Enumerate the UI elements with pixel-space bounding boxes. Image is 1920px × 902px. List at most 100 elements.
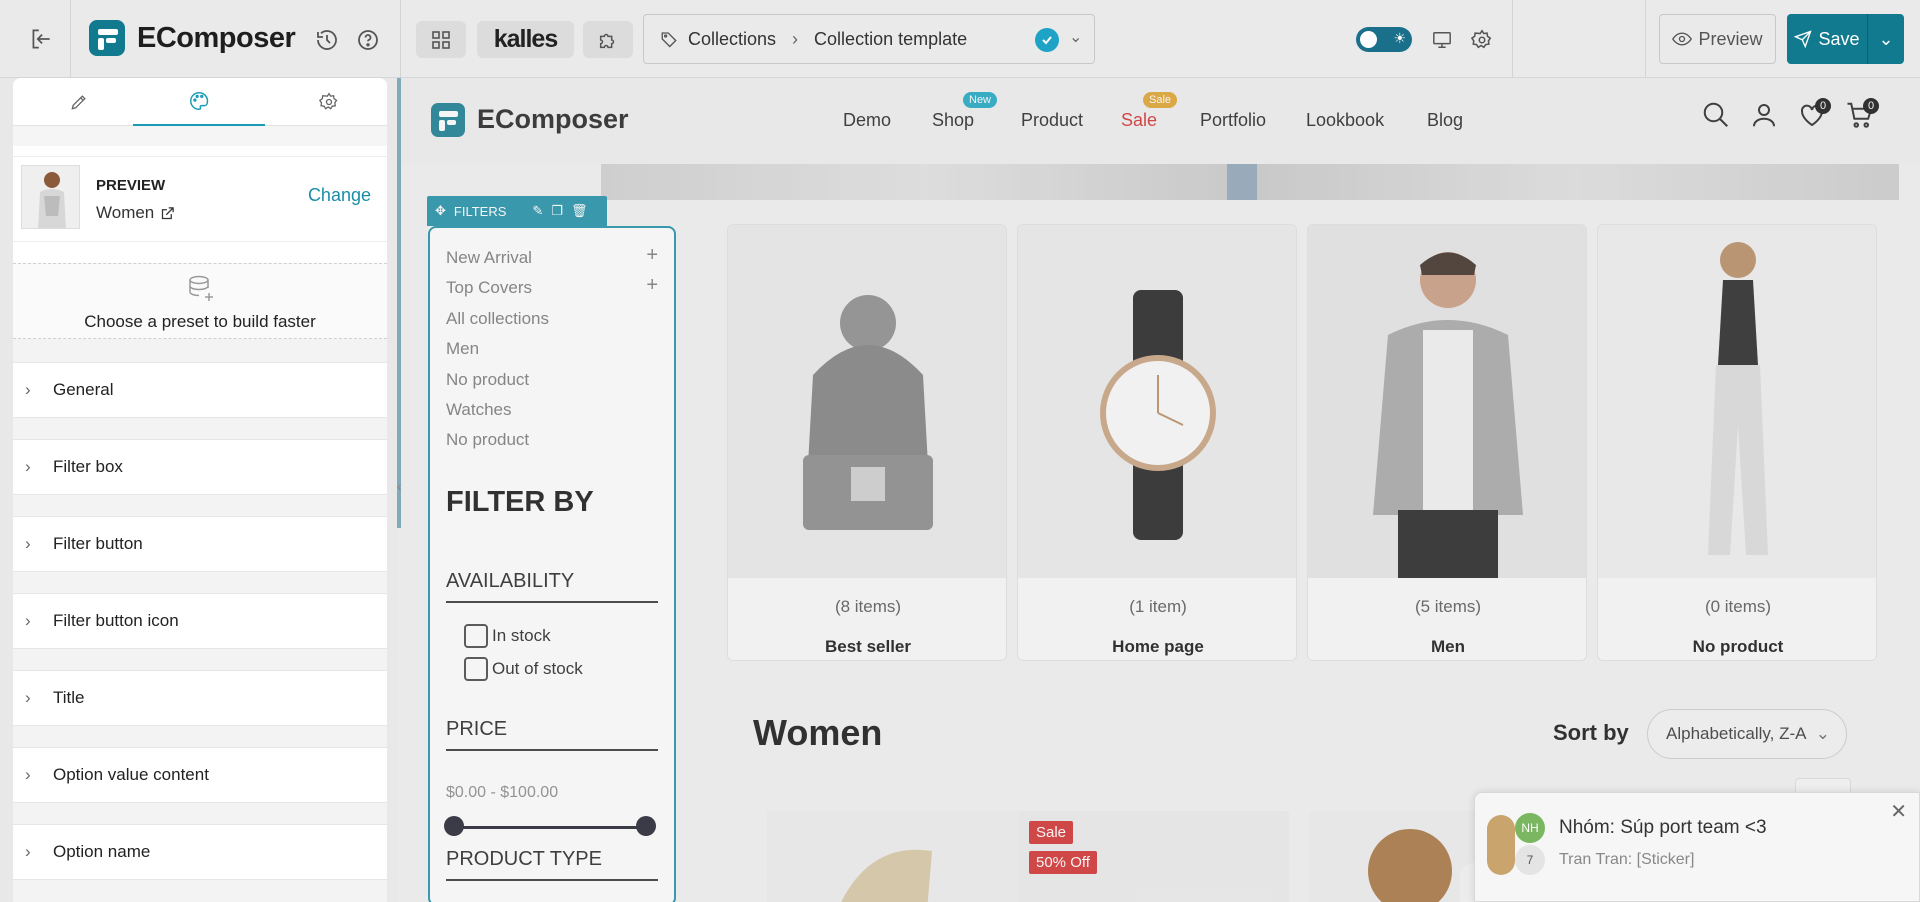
ecomposer-logo-icon (89, 20, 125, 56)
collection-count: (1 item) (1129, 597, 1187, 616)
nav-sale[interactable]: Sale (1121, 110, 1157, 131)
sort-select[interactable]: Alphabetically, Z-A ⌄ (1647, 709, 1847, 759)
in-stock-checkbox[interactable]: In stock (464, 624, 551, 648)
preview-collection-name[interactable]: Women (96, 203, 175, 223)
editor-canvas[interactable]: ‹ EComposer Demo Shop New Product Sale S… (397, 78, 1920, 902)
theme-name[interactable]: kalles (477, 21, 574, 58)
breadcrumb-item[interactable]: Collections (688, 29, 776, 50)
section-label: Title (53, 688, 85, 707)
preview-button[interactable]: Preview (1659, 14, 1776, 64)
breadcrumb-item[interactable]: Collection template (814, 29, 967, 50)
check-circle-icon (1035, 28, 1059, 52)
collection-name[interactable]: No product (1598, 637, 1876, 657)
filter-collection-link[interactable]: New Arrival (446, 248, 532, 268)
delete-icon[interactable]: 🗑 (571, 203, 588, 219)
availability-heading[interactable]: AVAILABILITY (446, 570, 658, 603)
template-breadcrumb[interactable]: Collections › Collection template ⌄ (643, 14, 1095, 64)
chat-notification[interactable]: ✕ NH 7 Nhóm: Súp port team <3 Tran Tran:… (1474, 792, 1920, 902)
section-general[interactable]: › General (13, 362, 387, 418)
product-card[interactable]: Sale 50% Off (1019, 811, 1289, 902)
filters-tag-label: FILTERS (453, 203, 507, 219)
chevron-down-icon[interactable]: ⌄ (1069, 27, 1082, 47)
collection-name[interactable]: Best seller (728, 637, 1006, 657)
edit-icon[interactable]: ✎ (532, 203, 543, 219)
product-type-heading[interactable]: PRODUCT TYPE (446, 848, 658, 881)
chevron-right-icon: › (25, 457, 31, 476)
desktop-icon[interactable] (1428, 27, 1456, 53)
tab-style[interactable] (133, 78, 265, 126)
product-card[interactable] (767, 811, 1037, 902)
collapse-panel-handle[interactable]: ‹ (397, 478, 411, 508)
exit-icon[interactable] (26, 24, 56, 54)
out-of-stock-checkbox[interactable]: Out of stock (464, 657, 583, 681)
price-slider-max-handle[interactable] (636, 816, 656, 836)
close-icon[interactable]: ✕ (1890, 799, 1907, 824)
price-slider-track[interactable] (454, 826, 646, 829)
save-button[interactable]: Save ⌄ (1787, 14, 1904, 64)
help-icon[interactable] (354, 26, 382, 54)
section-title[interactable]: › Title (13, 670, 387, 726)
collection-card-best-seller[interactable]: (8 items) Best seller (727, 224, 1007, 661)
preset-label: Choose a preset to build faster (84, 312, 316, 331)
preset-chooser[interactable]: Choose a preset to build faster (13, 263, 387, 339)
section-filter-button-icon[interactable]: › Filter button icon (13, 593, 387, 649)
store-brand[interactable]: EComposer (477, 104, 629, 135)
filter-collection-link[interactable]: No product (446, 370, 529, 390)
collection-card-home-page[interactable]: (1 item) Home page (1017, 224, 1297, 661)
price-heading[interactable]: PRICE (446, 718, 658, 751)
price-range-text: $0.00 - $100.00 (446, 784, 559, 801)
section-label: General (53, 380, 114, 399)
sale-badge: Sale (1029, 821, 1074, 844)
filter-collection-link[interactable]: Watches (446, 400, 512, 420)
sort-by-label: Sort by (1553, 720, 1629, 745)
history-icon[interactable] (313, 26, 341, 54)
chevron-right-icon: › (25, 842, 31, 861)
tab-content[interactable] (13, 78, 145, 126)
nav-demo[interactable]: Demo (843, 110, 891, 131)
duplicate-icon[interactable]: ❐ (551, 203, 563, 219)
nav-lookbook[interactable]: Lookbook (1306, 110, 1384, 131)
section-option-name[interactable]: › Option name (13, 824, 387, 880)
filters-box[interactable]: New Arrival + Top Covers + All collectio… (428, 226, 676, 902)
save-options-chevron-icon[interactable]: ⌄ (1867, 14, 1904, 64)
price-slider-min-handle[interactable] (444, 816, 464, 836)
checkbox-box[interactable] (464, 657, 488, 681)
hero-banner-image (601, 164, 1899, 200)
collection-count: (0 items) (1704, 597, 1772, 616)
filter-collection-link[interactable]: No product (446, 430, 529, 450)
section-filter-box[interactable]: › Filter box (13, 439, 387, 495)
collection-name[interactable]: Home page (1018, 637, 1296, 657)
change-link[interactable]: Change (308, 185, 371, 206)
collection-card-no-product[interactable]: (0 items) No product (1597, 224, 1877, 661)
checkbox-label: Out of stock (492, 659, 583, 678)
external-link-icon[interactable] (160, 206, 175, 221)
avatar-initials: NH (1515, 813, 1545, 843)
tag-icon (660, 30, 678, 48)
puzzle-icon[interactable] (583, 21, 633, 58)
filter-collection-link[interactable]: Men (446, 339, 479, 359)
search-icon[interactable] (1701, 100, 1731, 130)
nav-shop[interactable]: Shop (932, 110, 974, 131)
settings-gear-icon[interactable] (1468, 26, 1496, 54)
nav-blog[interactable]: Blog (1427, 110, 1463, 131)
nav-portfolio[interactable]: Portfolio (1200, 110, 1266, 131)
chevron-right-icon: › (792, 28, 799, 49)
filters-element-toolbar[interactable]: ✥ FILTERS ✎ ❐ 🗑 (427, 196, 607, 226)
section-filter-button[interactable]: › Filter button (13, 516, 387, 572)
expand-plus-icon[interactable]: + (646, 244, 658, 267)
nav-product[interactable]: Product (1021, 110, 1083, 131)
filter-collection-link[interactable]: Top Covers (446, 278, 532, 298)
user-icon[interactable] (1749, 100, 1779, 130)
collection-card-men[interactable]: (5 items) Men (1307, 224, 1587, 661)
database-add-icon (189, 275, 213, 301)
section-option-value-content[interactable]: › Option value content (13, 747, 387, 803)
apps-grid-icon[interactable] (416, 21, 466, 58)
collection-image (1598, 225, 1876, 578)
move-icon[interactable]: ✥ (435, 203, 446, 219)
checkbox-box[interactable] (464, 624, 488, 648)
tab-settings[interactable] (263, 78, 387, 126)
dark-mode-toggle[interactable]: ☀ (1356, 27, 1412, 52)
expand-plus-icon[interactable]: + (646, 274, 658, 297)
collection-name[interactable]: Men (1308, 637, 1586, 657)
filter-collection-link[interactable]: All collections (446, 309, 549, 329)
